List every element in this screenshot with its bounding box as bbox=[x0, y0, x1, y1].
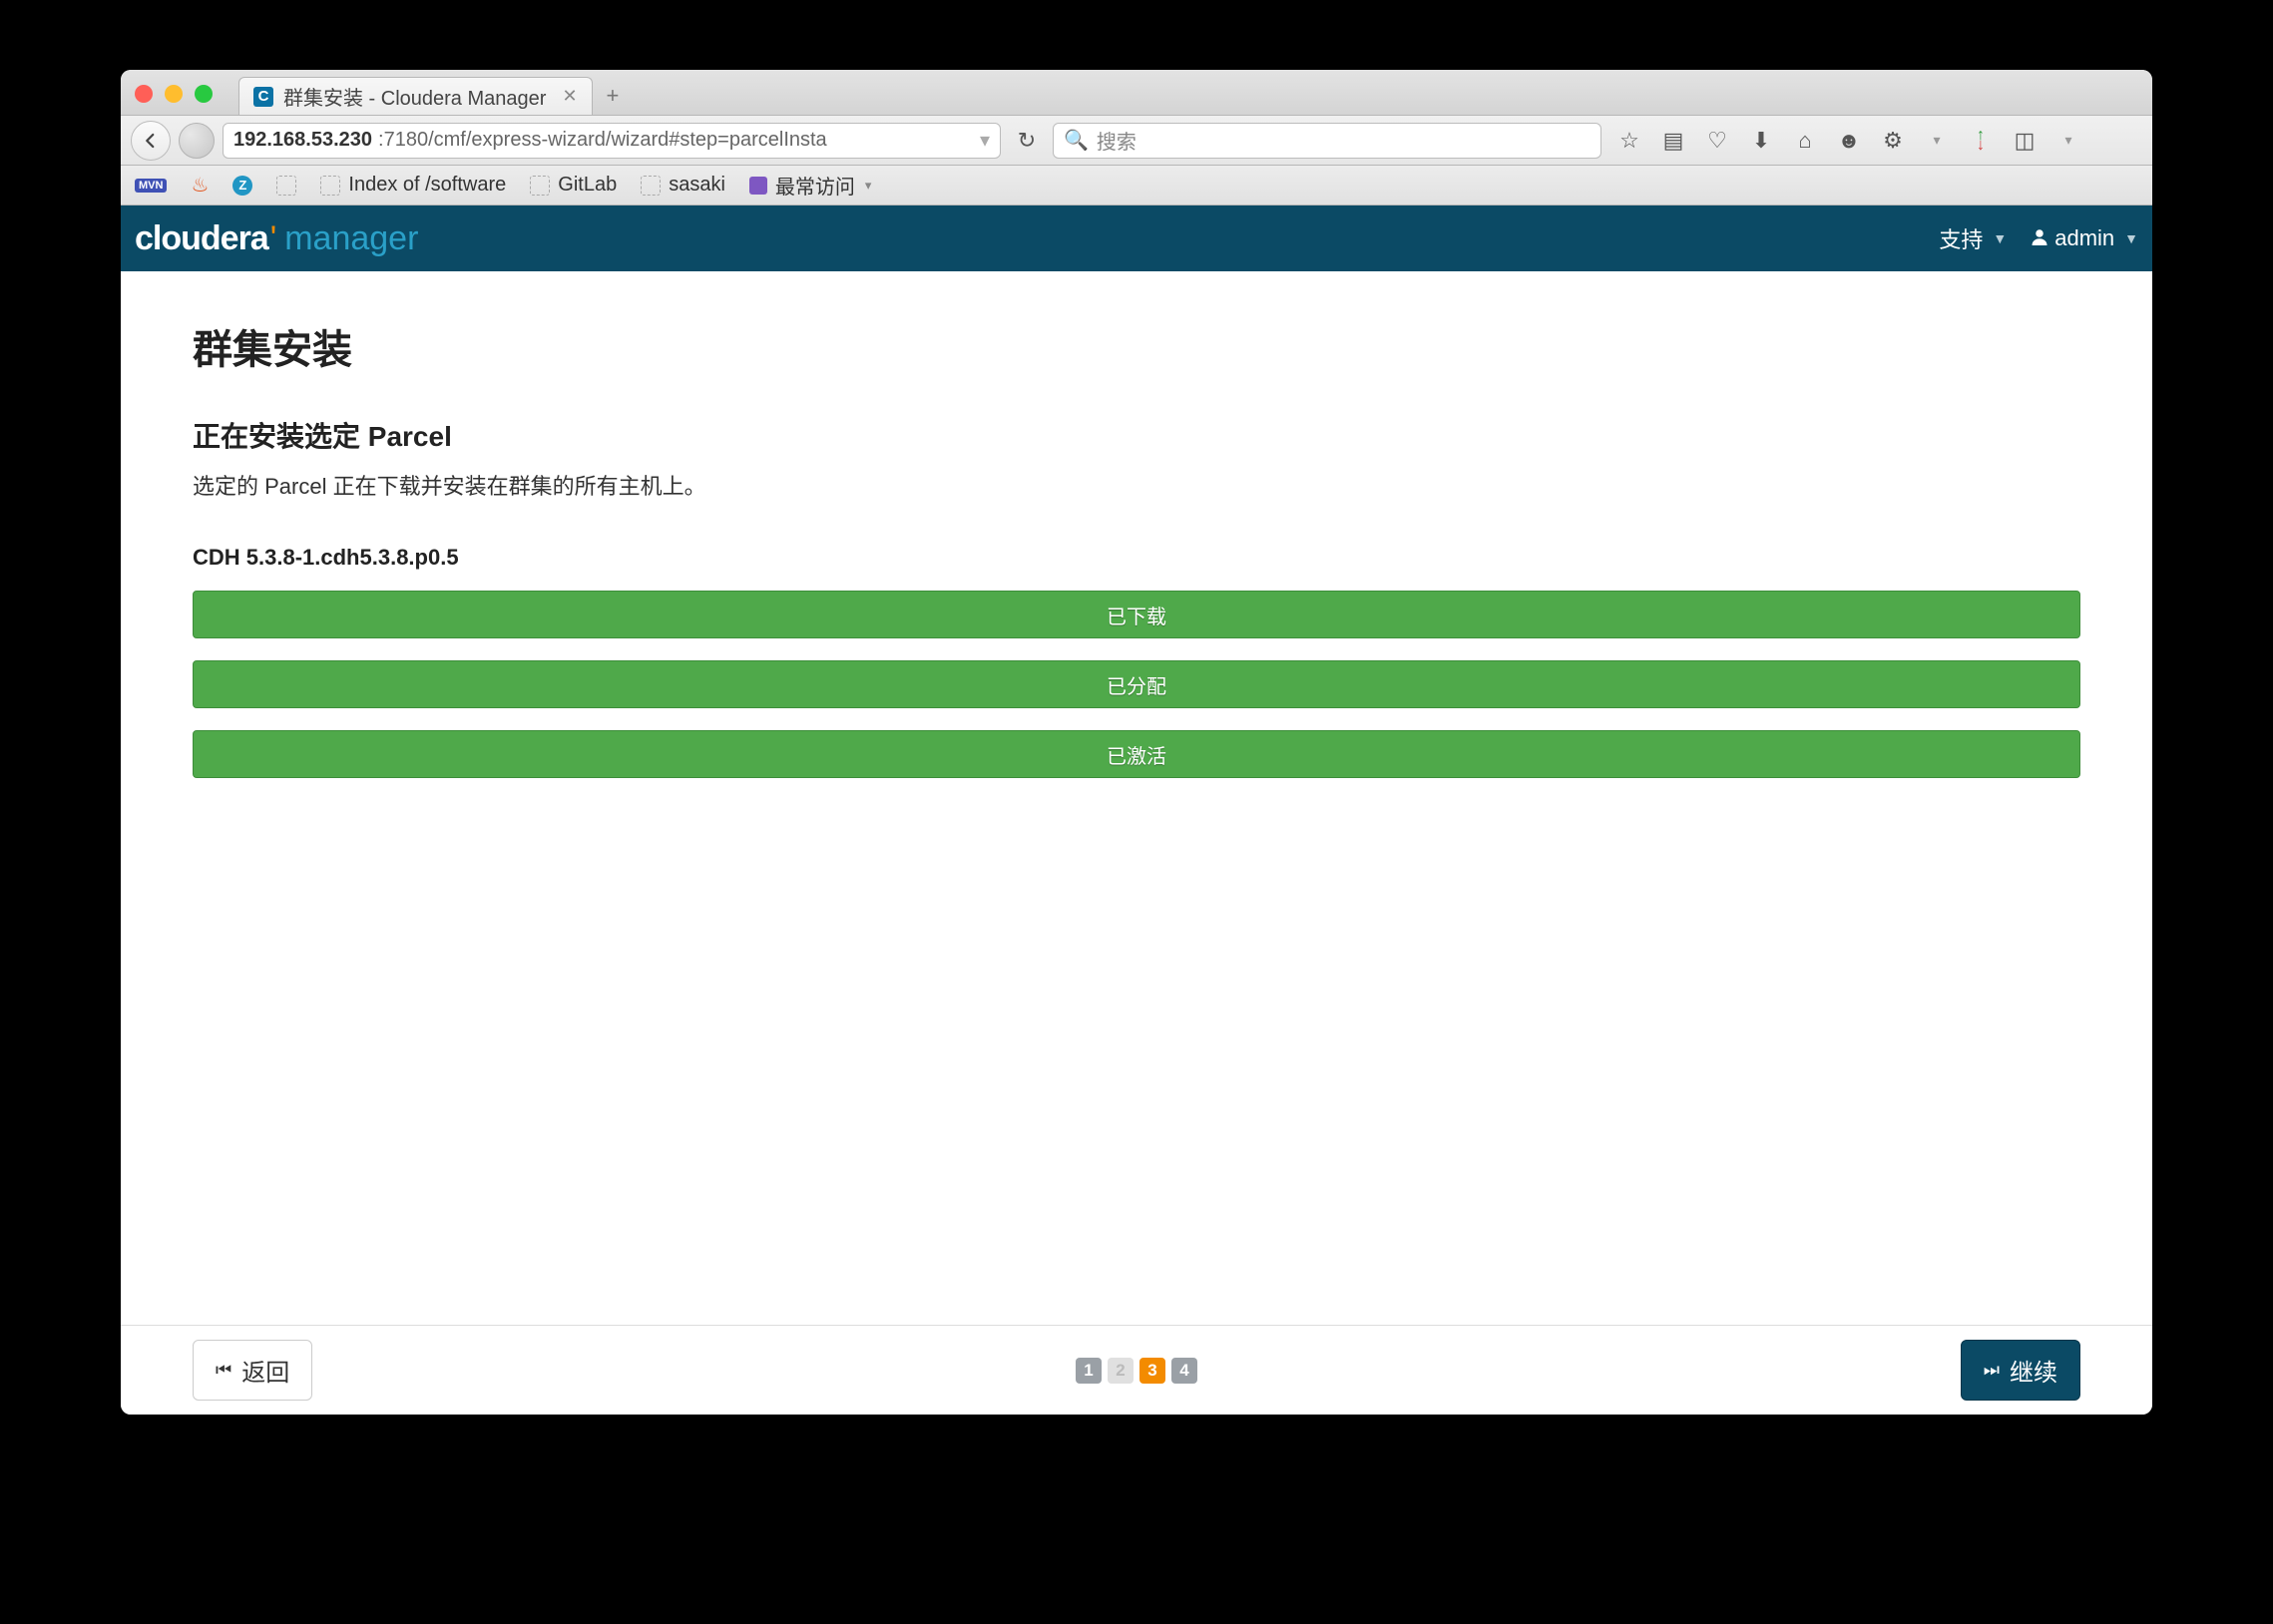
placeholder-icon bbox=[641, 176, 661, 196]
browser-tab[interactable]: C 群集安装 - Cloudera Manager ✕ bbox=[238, 77, 593, 115]
step-3[interactable]: 3 bbox=[1139, 1358, 1165, 1384]
progress-bar-activated: 已激活 bbox=[193, 730, 2080, 778]
nav-user[interactable]: admin ▼ bbox=[2031, 225, 2138, 251]
continue-label: 继续 bbox=[2010, 1353, 2057, 1388]
pocket-icon[interactable]: ♡ bbox=[1705, 128, 1729, 154]
z-icon: Z bbox=[232, 176, 252, 196]
reader-icon[interactable]: ▤ bbox=[1661, 128, 1685, 154]
brand-word-b: manager bbox=[284, 219, 418, 258]
bookmark-bar: MVN ♨ Z Index of /software GitLab sasaki… bbox=[121, 166, 2152, 205]
back-arrow-icon bbox=[142, 132, 160, 150]
bookmark-empty[interactable] bbox=[276, 176, 296, 196]
bookmark-sasaki[interactable]: sasaki bbox=[641, 174, 725, 197]
bookmark-label: Index of /software bbox=[348, 174, 506, 197]
new-tab-button[interactable]: + bbox=[593, 83, 634, 115]
nav-user-label: admin bbox=[2054, 225, 2114, 251]
address-bar[interactable]: 192.168.53.230 :7180/cmf/express-wizard/… bbox=[223, 123, 1001, 159]
bookmark-label: 最常访问 bbox=[775, 171, 855, 200]
chevron-down-icon: ▼ bbox=[2124, 230, 2138, 246]
window-controls bbox=[135, 85, 238, 115]
tab-close-icon[interactable]: ✕ bbox=[562, 86, 577, 107]
progress-label: 已激活 bbox=[1107, 740, 1166, 769]
page-description: 选定的 Parcel 正在下载并安装在群集的所有主机上。 bbox=[193, 469, 2080, 501]
tab-title: 群集安装 - Cloudera Manager bbox=[283, 82, 546, 111]
brand-word-a: cloudera bbox=[135, 219, 268, 258]
step-prev-icon: ⏮ bbox=[216, 1360, 231, 1381]
progress-label: 已下载 bbox=[1107, 601, 1166, 629]
progress-bar-distributed: 已分配 bbox=[193, 660, 2080, 708]
dropdown-chevron-icon[interactable]: ▾ bbox=[1925, 132, 1949, 149]
url-dropdown-icon[interactable]: ▾ bbox=[980, 128, 990, 153]
bookmark-mostvisited[interactable]: 最常访问 ▾ bbox=[749, 171, 872, 200]
progress-label: 已分配 bbox=[1107, 670, 1166, 699]
search-placeholder: 搜索 bbox=[1097, 126, 1136, 155]
app-nav: cloudera' manager 支持 ▼ admin ▼ bbox=[121, 205, 2152, 271]
bookmark-gitlab[interactable]: GitLab bbox=[530, 174, 617, 197]
browser-window: C 群集安装 - Cloudera Manager ✕ + 192.168.53… bbox=[121, 70, 2152, 1415]
reload-button[interactable]: ↻ bbox=[1009, 123, 1045, 159]
step-2[interactable]: 2 bbox=[1108, 1358, 1134, 1384]
progress-bar-downloaded: 已下载 bbox=[193, 591, 2080, 638]
crop-icon[interactable]: ◫ bbox=[2013, 128, 2037, 154]
nav-support[interactable]: 支持 ▼ bbox=[1939, 222, 2007, 254]
bookmark-mvn[interactable]: MVN bbox=[135, 179, 167, 193]
url-host: 192.168.53.230 bbox=[233, 129, 372, 152]
network-activity-icon: ↑↓ bbox=[1969, 131, 1993, 151]
step-indicator: 1 2 3 4 bbox=[1076, 1358, 1197, 1384]
main-content: 群集安装 正在安装选定 Parcel 选定的 Parcel 正在下载并安装在群集… bbox=[121, 271, 2152, 1325]
bookmark-index[interactable]: Index of /software bbox=[320, 174, 506, 197]
bookmark-label: sasaki bbox=[669, 174, 725, 197]
toolbar-icons: ☆ ▤ ♡ ⬇ ⌂ ☻ ⚙ ▾ ↑↓ ◫ ▾ bbox=[1609, 126, 2142, 156]
bookmark-label: GitLab bbox=[558, 174, 617, 197]
step-4[interactable]: 4 bbox=[1171, 1358, 1197, 1384]
parcel-name: CDH 5.3.8-1.cdh5.3.8.p0.5 bbox=[193, 545, 2080, 571]
search-icon: 🔍 bbox=[1064, 128, 1089, 153]
placeholder-icon bbox=[320, 176, 340, 196]
favicon-icon: C bbox=[253, 87, 273, 107]
site-identity-icon[interactable] bbox=[179, 123, 215, 159]
chat-icon[interactable]: ☻ bbox=[1837, 128, 1861, 154]
step-next-icon: ⏭ bbox=[1984, 1360, 2000, 1381]
chevron-down-icon: ▼ bbox=[1993, 230, 2007, 246]
step-1[interactable]: 1 bbox=[1076, 1358, 1102, 1384]
placeholder-icon bbox=[530, 176, 550, 196]
page-subtitle: 正在安装选定 Parcel bbox=[193, 415, 2080, 455]
nav-right: 支持 ▼ admin ▼ bbox=[1939, 222, 2138, 254]
back-button[interactable] bbox=[131, 121, 171, 161]
back-label: 返回 bbox=[241, 1353, 289, 1388]
download-icon[interactable]: ⬇ bbox=[1749, 128, 1773, 154]
minimize-window-icon[interactable] bbox=[165, 85, 183, 103]
close-window-icon[interactable] bbox=[135, 85, 153, 103]
wizard-footer: ⏮ 返回 1 2 3 4 ⏭ 继续 bbox=[121, 1325, 2152, 1415]
continue-button[interactable]: ⏭ 继续 bbox=[1961, 1340, 2080, 1401]
bookmark-flame[interactable]: ♨ bbox=[191, 173, 209, 198]
chevron-down-icon: ▾ bbox=[865, 178, 872, 194]
bookmark-star-icon[interactable]: ☆ bbox=[1617, 128, 1641, 154]
page-title: 群集安装 bbox=[193, 317, 2080, 375]
back-button[interactable]: ⏮ 返回 bbox=[193, 1340, 312, 1401]
mvn-icon: MVN bbox=[135, 179, 167, 193]
placeholder-icon bbox=[276, 176, 296, 196]
user-icon bbox=[2031, 225, 2048, 251]
search-bar[interactable]: 🔍 搜索 bbox=[1053, 123, 1601, 159]
browser-toolbar: 192.168.53.230 :7180/cmf/express-wizard/… bbox=[121, 116, 2152, 166]
flame-icon: ♨ bbox=[191, 173, 209, 198]
browser-tab-bar: C 群集安装 - Cloudera Manager ✕ + bbox=[121, 70, 2152, 116]
folder-icon bbox=[749, 177, 767, 195]
home-icon[interactable]: ⌂ bbox=[1793, 128, 1817, 154]
nav-support-label: 支持 bbox=[1939, 222, 1983, 254]
brand-accent-icon: ' bbox=[270, 219, 277, 258]
bookmark-z[interactable]: Z bbox=[232, 176, 252, 196]
maximize-window-icon[interactable] bbox=[195, 85, 213, 103]
menu-icon[interactable] bbox=[2100, 126, 2134, 156]
url-path: :7180/cmf/express-wizard/wizard#step=par… bbox=[378, 129, 827, 152]
brand-logo[interactable]: cloudera' manager bbox=[135, 219, 418, 258]
dropdown-chevron-icon[interactable]: ▾ bbox=[2056, 132, 2080, 149]
bug-icon[interactable]: ⚙ bbox=[1881, 128, 1905, 154]
